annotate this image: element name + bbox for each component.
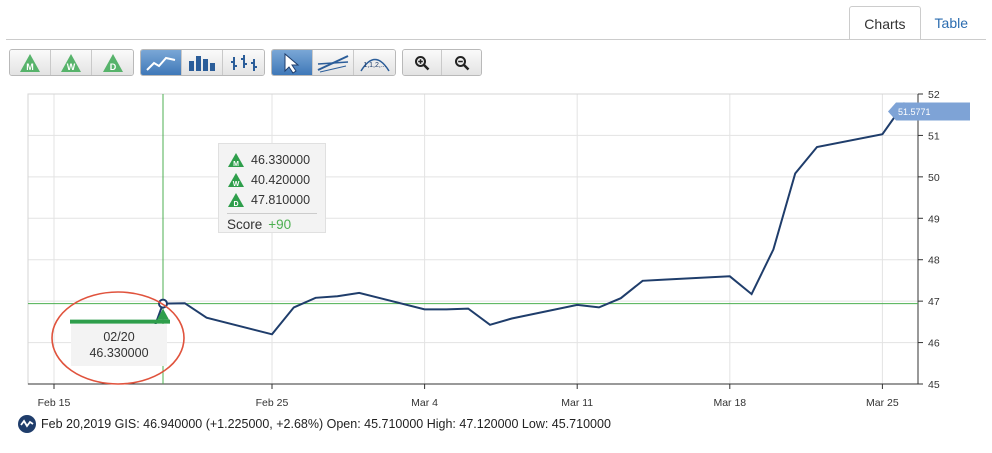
chart-type-group <box>140 49 265 76</box>
y-tick-label: 52 <box>928 89 940 101</box>
svg-text:W: W <box>233 181 240 188</box>
tab-table[interactable]: Table <box>921 6 982 40</box>
wave-logo-icon <box>18 415 36 433</box>
data-point <box>880 132 885 137</box>
last-price-label: 51.5771 <box>898 107 931 117</box>
tooltip-score: Score +90 <box>227 213 317 232</box>
y-tick-label: 45 <box>928 379 940 391</box>
data-point <box>270 332 275 337</box>
y-tick-label: 49 <box>928 213 940 225</box>
data-point <box>335 294 340 299</box>
panel-border <box>6 39 986 40</box>
data-point <box>640 278 645 283</box>
line-chart-icon <box>146 56 176 71</box>
data-point <box>771 247 776 252</box>
x-tick-label: Mar 18 <box>713 397 746 409</box>
zoom-in-button[interactable] <box>403 50 442 75</box>
data-point <box>357 290 362 295</box>
svg-text:D: D <box>109 62 116 72</box>
chart-canvas: 45 46 47 48 49 50 51 52 Feb 15 Feb 25 Mar 4 Mar 11 M… <box>27 89 970 409</box>
tooltip-weekly-value: 40.420000 <box>251 173 311 187</box>
x-tick-label: Feb 25 <box>256 397 289 409</box>
score-value: +90 <box>268 217 292 232</box>
y-tick-label: 50 <box>928 172 940 184</box>
score-label: Score <box>227 217 263 232</box>
y-tick-label: 46 <box>928 338 940 350</box>
y-tick-label: 47 <box>928 296 940 308</box>
data-point <box>291 305 296 310</box>
tooltip-monthly-value: 46.330000 <box>251 153 311 167</box>
monthly-button[interactable]: M <box>10 50 51 75</box>
svg-text:1,1,2,...: 1,1,2,... <box>363 62 386 69</box>
bar-chart-button[interactable] <box>182 50 223 75</box>
crosshair-readout: 02/20 46.330000 <box>71 324 167 366</box>
signal-tooltip: M 46.330000 W 40.420000 D 47.810000 Scor… <box>218 143 326 233</box>
bar-chart-icon <box>189 55 215 71</box>
tooltip-daily-row: D 47.810000 <box>227 190 317 210</box>
daily-icon: D <box>102 53 123 72</box>
price-summary-text: Feb 20,2019 GIS: 46.940000 (+1.225000, +… <box>41 417 611 431</box>
data-point <box>662 277 667 282</box>
data-point <box>793 171 798 176</box>
data-point <box>509 316 514 321</box>
view-tabs: Charts Table <box>849 6 982 40</box>
wave-count-button[interactable]: 1,1,2,... <box>354 50 395 75</box>
data-point <box>466 306 471 311</box>
x-tick-label: Mar 11 <box>561 397 593 409</box>
data-point <box>488 322 493 327</box>
data-point <box>182 301 187 306</box>
pointer-arrow-icon <box>284 52 300 74</box>
data-point <box>749 292 754 297</box>
zoom-out-icon <box>454 55 469 70</box>
trendline-icon <box>317 54 349 72</box>
weekly-signal-icon: W <box>228 173 244 188</box>
svg-text:M: M <box>26 62 34 72</box>
price-summary: Feb 20,2019 GIS: 46.940000 (+1.225000, +… <box>18 415 611 433</box>
monthly-icon: M <box>20 53 40 72</box>
crosshair-value: 46.330000 <box>89 346 149 360</box>
svg-text:M: M <box>233 161 239 168</box>
price-chart[interactable]: 45 46 47 48 49 50 51 52 Feb 15 Feb 25 Mar 4 Mar 11 M… <box>0 80 992 420</box>
wave-count-icon: 1,1,2,... <box>359 58 390 71</box>
svg-text:W: W <box>67 62 76 72</box>
tab-charts[interactable]: Charts <box>849 6 921 40</box>
x-tick-label: Mar 25 <box>866 397 899 409</box>
daily-signal-icon: D <box>228 193 244 208</box>
data-point <box>444 307 449 312</box>
drawing-tools-group: 1,1,2,... <box>271 49 396 76</box>
data-point <box>618 296 623 301</box>
data-point <box>422 307 427 312</box>
data-point <box>313 295 318 300</box>
monthly-signal-icon: M <box>228 153 244 168</box>
svg-text:D: D <box>233 201 238 208</box>
weekly-button[interactable]: W <box>51 50 92 75</box>
data-point <box>727 274 732 279</box>
ohlc-chart-button[interactable] <box>223 50 264 75</box>
tooltip-monthly-row: M 46.330000 <box>227 150 317 170</box>
tooltip-weekly-row: W 40.420000 <box>227 170 317 190</box>
zoom-group <box>402 49 482 76</box>
ohlc-icon <box>230 54 257 71</box>
chart-toolbar: M W D 1,1,2,... <box>9 49 482 76</box>
weekly-icon: W <box>61 53 81 72</box>
data-point <box>815 145 820 150</box>
x-tick-label: Mar 4 <box>411 397 438 409</box>
pointer-tool-button[interactable] <box>272 50 313 75</box>
data-point <box>597 305 602 310</box>
y-tick-label: 51 <box>928 130 940 142</box>
data-point <box>204 315 209 320</box>
data-point <box>575 302 580 307</box>
tooltip-daily-value: 47.810000 <box>251 193 311 207</box>
x-tick-label: Feb 15 <box>38 397 71 409</box>
y-tick-label: 48 <box>928 255 940 267</box>
zoom-out-button[interactable] <box>442 50 481 75</box>
timeframe-group: M W D <box>9 49 134 76</box>
crosshair-date: 02/20 <box>103 330 135 344</box>
trendline-tool-button[interactable] <box>313 50 354 75</box>
zoom-in-icon <box>415 55 430 70</box>
line-chart-button[interactable] <box>141 50 182 75</box>
daily-button[interactable]: D <box>92 50 133 75</box>
